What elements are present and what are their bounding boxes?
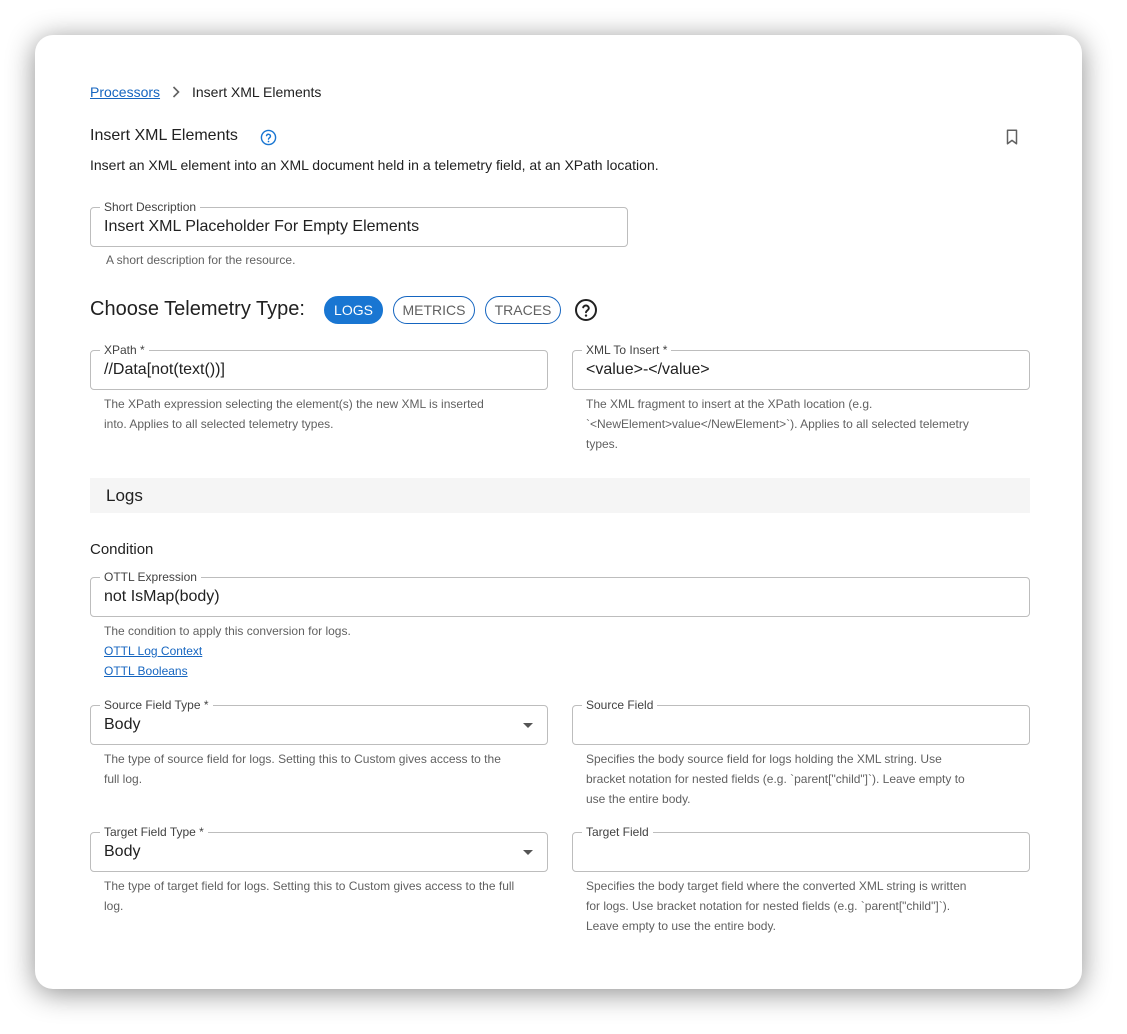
logs-section-title: Logs [106, 486, 143, 505]
ottl-expression-value: not IsMap(body) [104, 588, 220, 605]
source-field-helper: Specifies the body source field for logs… [586, 752, 965, 806]
page-title: Insert XML Elements [90, 127, 238, 144]
target-field-helper: Specifies the body target field where th… [586, 879, 967, 933]
ottl-helper-text: The condition to apply this conversion f… [104, 624, 351, 638]
logs-section-header: Logs [90, 478, 1030, 513]
xpath-helper: The XPath expression selecting the eleme… [104, 397, 484, 431]
ottl-expression-field[interactable]: OTTL Expression not IsMap(body) [90, 570, 1030, 617]
ottl-log-context-link[interactable]: OTTL Log Context [104, 641, 351, 661]
source-field-type-select[interactable]: Source Field Type * Body [90, 698, 548, 745]
chevron-right-icon [171, 85, 181, 104]
xpath-value: //Data[not(text())] [104, 361, 225, 378]
source-field-type-helper: The type of source field for logs. Setti… [104, 752, 501, 786]
ottl-expression-label: OTTL Expression [100, 570, 201, 584]
help-circle-icon[interactable] [574, 298, 598, 327]
source-field-type-value: Body [104, 716, 141, 733]
short-description-field[interactable]: Short Description Insert XML Placeholder… [90, 200, 628, 247]
target-field-label: Target Field [582, 825, 653, 839]
page-description: Insert an XML element into an XML docume… [90, 157, 659, 173]
ottl-expression-helper: The condition to apply this conversion f… [104, 621, 351, 681]
help-circle-icon[interactable] [260, 129, 277, 151]
short-description-value: Insert XML Placeholder For Empty Element… [104, 218, 420, 235]
caret-down-icon[interactable] [523, 850, 533, 855]
target-field-type-helper: The type of target field for logs. Setti… [104, 879, 515, 913]
caret-down-icon[interactable] [523, 723, 533, 728]
xml-to-insert-label: XML To Insert * [582, 343, 672, 357]
short-description-helper: A short description for the resource. [106, 253, 296, 267]
source-field-input[interactable]: Source Field [572, 698, 1030, 745]
telemetry-chip-traces[interactable]: TRACES [485, 296, 561, 324]
target-field-type-value: Body [104, 843, 141, 860]
short-description-label: Short Description [100, 200, 201, 214]
xml-to-insert-field[interactable]: XML To Insert * <value>-</value> [572, 343, 1030, 390]
breadcrumb-processors-link[interactable]: Processors [90, 84, 160, 100]
telemetry-type-title: Choose Telemetry Type: [90, 298, 305, 320]
target-field-input[interactable]: Target Field [572, 825, 1030, 872]
telemetry-chip-logs[interactable]: LOGS [324, 296, 383, 324]
processor-card: Processors Insert XML Elements Insert XM… [35, 35, 1082, 989]
ottl-booleans-link[interactable]: OTTL Booleans [104, 661, 351, 681]
xpath-label: XPath * [100, 343, 149, 357]
condition-label: Condition [90, 541, 154, 558]
target-field-type-select[interactable]: Target Field Type * Body [90, 825, 548, 872]
bookmark-icon[interactable] [1003, 128, 1021, 151]
xml-to-insert-helper: The XML fragment to insert at the XPath … [586, 397, 969, 451]
source-field-label: Source Field [582, 698, 658, 712]
telemetry-chip-metrics[interactable]: METRICS [393, 296, 475, 324]
target-field-type-label: Target Field Type * [100, 825, 208, 839]
breadcrumb-current: Insert XML Elements [192, 84, 322, 100]
xml-to-insert-value: <value>-</value> [586, 361, 710, 378]
source-field-type-label: Source Field Type * [100, 698, 213, 712]
xpath-field[interactable]: XPath * //Data[not(text())] [90, 343, 548, 390]
